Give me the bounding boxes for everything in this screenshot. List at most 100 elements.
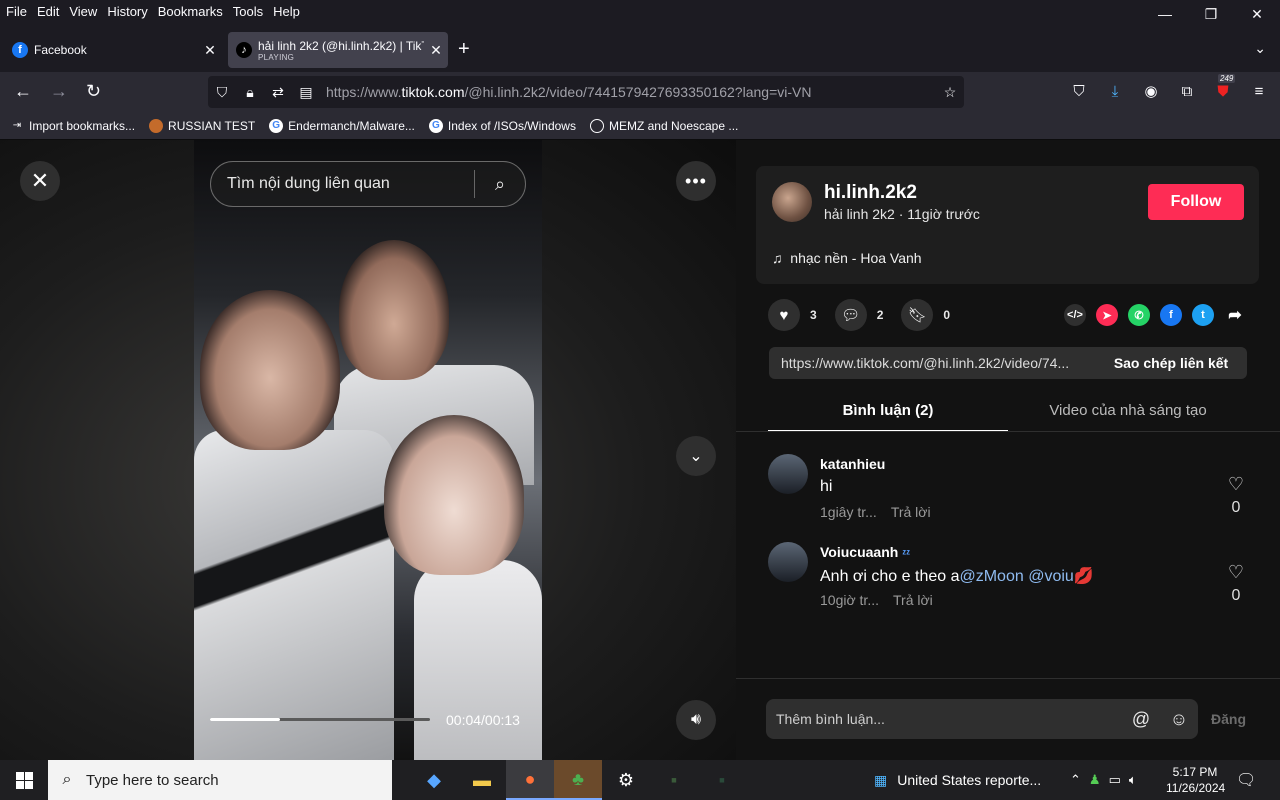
- bookmark-isos[interactable]: G Index of /ISOs/Windows: [428, 118, 576, 133]
- windows-logo-icon: [15, 771, 33, 789]
- tab-creator-videos[interactable]: Video của nhà sáng tạo: [1008, 392, 1248, 432]
- video-link-text[interactable]: https://www.tiktok.com/@hi.linh.2k2/vide…: [769, 355, 1095, 371]
- next-video-button[interactable]: ⌄: [676, 436, 716, 476]
- app-icon[interactable]: ▪: [698, 760, 746, 800]
- music-title: nhạc nền - Hoa Vanh: [790, 250, 922, 266]
- comment-author[interactable]: Voiucuaanh ᶻᶻ: [820, 544, 910, 560]
- taskbar-search[interactable]: ⌕ Type here to search: [48, 760, 392, 800]
- menu-history[interactable]: History: [102, 4, 152, 19]
- comment-author[interactable]: katanhieu: [820, 456, 885, 472]
- pocket-icon[interactable]: ⛉: [1070, 82, 1088, 100]
- shield-icon[interactable]: ⛉: [208, 84, 236, 101]
- settings-gear-icon[interactable]: ⚙: [602, 760, 650, 800]
- comment-input[interactable]: Thêm bình luận... @ ☺: [766, 699, 1198, 739]
- whatsapp-icon[interactable]: ✆: [1128, 304, 1150, 326]
- avatar[interactable]: [768, 542, 808, 582]
- bookmark-memz[interactable]: MEMZ and Noescape ...: [589, 118, 738, 133]
- reload-icon[interactable]: ↻: [86, 81, 101, 102]
- mention-link[interactable]: @voiu: [1028, 568, 1074, 585]
- ublock-icon[interactable]: ⛊ 249: [1214, 74, 1236, 100]
- bookmark-star-icon[interactable]: ☆: [936, 84, 964, 101]
- reply-button[interactable]: Trả lời: [893, 592, 933, 608]
- tab-comments[interactable]: Bình luận (2): [768, 392, 1008, 432]
- embed-icon[interactable]: </>: [1064, 304, 1086, 326]
- author-username[interactable]: hi.linh.2k2: [824, 182, 917, 204]
- account-icon[interactable]: ◉: [1142, 82, 1160, 100]
- permissions-icon[interactable]: ⇄: [264, 84, 292, 101]
- menu-bookmarks[interactable]: Bookmarks: [153, 4, 228, 19]
- comment-action[interactable]: 💬︎ 2: [834, 299, 883, 331]
- bookmark-import[interactable]: ⇥ Import bookmarks...: [10, 119, 135, 133]
- mention-link[interactable]: @zMoon: [959, 568, 1023, 585]
- follow-button[interactable]: Follow: [1148, 184, 1244, 220]
- emoji-icon[interactable]: ☺: [1160, 709, 1198, 730]
- menu-edit[interactable]: Edit: [32, 4, 64, 19]
- app-icon[interactable]: ▪: [650, 760, 698, 800]
- copy-link-button[interactable]: Sao chép liên kết: [1095, 355, 1247, 371]
- search-input[interactable]: Tìm nội dung liên quan: [211, 175, 474, 193]
- save-action[interactable]: 🔖︎ 0: [901, 299, 950, 331]
- taskbar-search-input[interactable]: Type here to search: [86, 772, 219, 789]
- forward-arrow-icon[interactable]: →: [50, 81, 68, 102]
- lock-icon[interactable]: 🔒︎: [236, 84, 264, 101]
- facebook-share-icon[interactable]: f: [1160, 304, 1182, 326]
- search-icon[interactable]: ⌕: [475, 174, 525, 195]
- user-icon[interactable]: ♟: [1089, 772, 1101, 788]
- volume-icon[interactable]: 🔈︎: [1129, 772, 1137, 788]
- tab-facebook[interactable]: f Facebook ✕: [4, 32, 222, 68]
- avatar[interactable]: [768, 454, 808, 494]
- menu-file[interactable]: File: [0, 4, 32, 19]
- avatar[interactable]: [772, 182, 812, 222]
- like-action[interactable]: ♥ 3: [768, 299, 817, 331]
- more-options-button[interactable]: •••: [676, 161, 716, 201]
- related-search-box[interactable]: Tìm nội dung liên quan ⌕: [210, 161, 526, 207]
- url-text[interactable]: https://www.tiktok.com/@hi.linh.2k2/vide…: [326, 84, 936, 100]
- close-video-button[interactable]: ✕: [20, 161, 60, 201]
- file-explorer-icon[interactable]: ▬: [458, 760, 506, 800]
- app-icon[interactable]: ♣: [554, 760, 602, 800]
- menu-help[interactable]: Help: [268, 4, 305, 19]
- bookmark-endermanch[interactable]: G Endermanch/Malware...: [269, 118, 415, 133]
- bookmark-russian-test[interactable]: RUSSIAN TEST: [149, 118, 255, 133]
- panel-tabs: Bình luận (2) Video của nhà sáng tạo: [768, 392, 1248, 432]
- url-path: /@hi.linh.2k2/video/7441579427693350162?…: [464, 84, 812, 100]
- menu-tools[interactable]: Tools: [228, 4, 268, 19]
- send-icon[interactable]: ➤: [1096, 304, 1118, 326]
- extensions-icon[interactable]: ⧉: [1178, 82, 1196, 100]
- video-figure: [339, 240, 449, 380]
- download-icon[interactable]: ⤓: [1106, 82, 1124, 100]
- reply-button[interactable]: Trả lời: [891, 504, 931, 520]
- video-player[interactable]: [194, 140, 542, 760]
- copilot-icon[interactable]: ◆: [410, 760, 458, 800]
- comment-like[interactable]: ♡ 0: [1224, 562, 1248, 605]
- bookmark-icon: 🔖︎: [901, 299, 934, 331]
- notification-icon[interactable]: 🗨︎: [1236, 770, 1256, 790]
- video-progress-bar[interactable]: [210, 718, 430, 721]
- back-arrow-icon[interactable]: ←: [14, 81, 32, 102]
- hamburger-menu-icon[interactable]: ≡: [1250, 82, 1268, 100]
- comment-like[interactable]: ♡ 0: [1224, 474, 1248, 517]
- clock[interactable]: 5:17 PM 11/26/2024: [1166, 764, 1225, 796]
- network-icon[interactable]: ▭: [1109, 772, 1121, 788]
- close-tab-icon[interactable]: ✕: [198, 42, 222, 59]
- volume-button[interactable]: 🔊︎: [676, 700, 716, 740]
- twitter-icon[interactable]: t: [1192, 304, 1214, 326]
- mention-icon[interactable]: @: [1122, 709, 1160, 730]
- reader-view-icon[interactable]: ▤: [292, 84, 320, 101]
- menu-view[interactable]: View: [64, 4, 102, 19]
- list-tabs-chevron-icon[interactable]: ⌄: [1254, 40, 1266, 57]
- tab-tiktok[interactable]: ♪ hải linh 2k2 (@hi.linh.2k2) | TikT PLA…: [228, 32, 448, 68]
- url-bar[interactable]: ⛉ 🔒︎ ⇄ ▤ https://www.tiktok.com/@hi.linh…: [208, 76, 964, 108]
- firefox-icon[interactable]: ●: [506, 760, 554, 800]
- close-tab-icon[interactable]: ✕: [424, 42, 448, 59]
- comment-field[interactable]: Thêm bình luận...: [766, 711, 1122, 727]
- start-button[interactable]: [0, 760, 48, 800]
- news-widget[interactable]: ▦ United States reporte...: [874, 760, 1041, 800]
- share-arrow-icon[interactable]: ➦: [1224, 304, 1246, 326]
- new-tab-button[interactable]: +: [458, 38, 470, 61]
- post-button[interactable]: Đăng: [1211, 711, 1246, 727]
- music-note-icon: ♫: [772, 250, 783, 266]
- close-icon: ✕: [30, 168, 50, 193]
- music-info[interactable]: ♫ nhạc nền - Hoa Vanh: [772, 250, 922, 266]
- chevron-up-icon[interactable]: ⌃: [1070, 772, 1081, 788]
